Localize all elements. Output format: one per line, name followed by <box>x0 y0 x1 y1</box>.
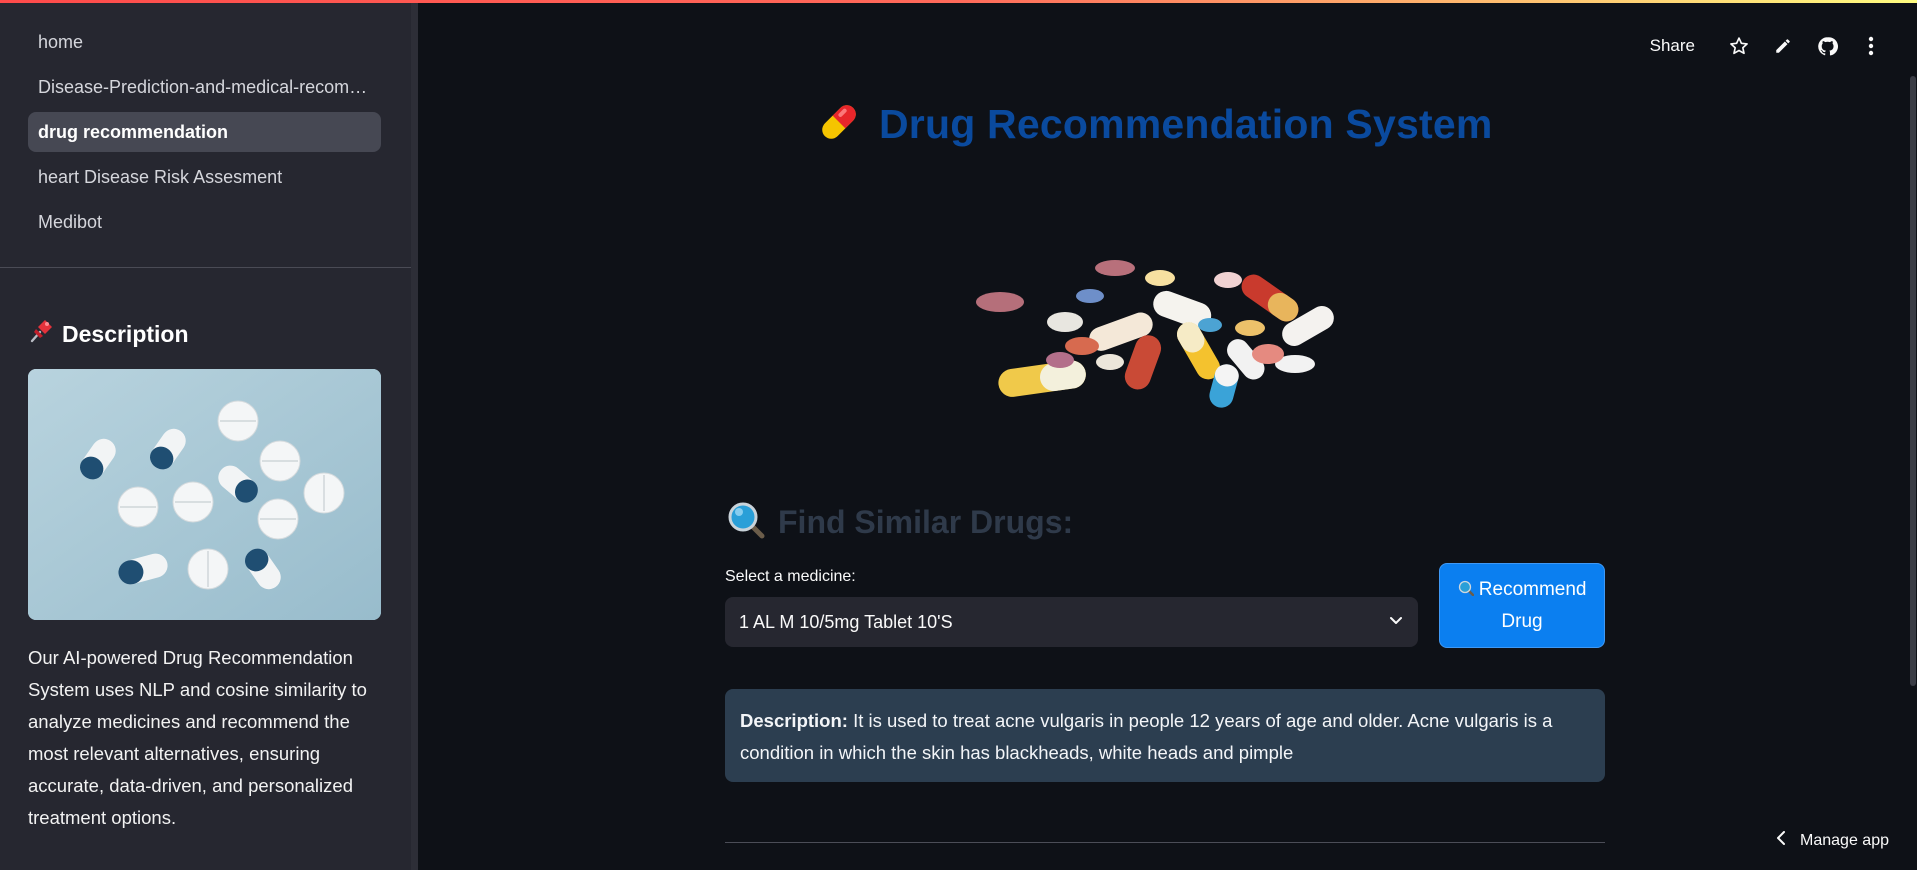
page-title: Drug Recommendation System <box>815 98 1493 151</box>
sidebar-item-home[interactable]: home <box>28 22 381 62</box>
recommend-drug-button[interactable]: Recommend Drug <box>1439 563 1605 648</box>
sidebar-item-label: Medibot <box>38 211 103 232</box>
recommend-button-label: Recommend <box>1478 578 1587 600</box>
medicine-select-value: 1 AL M 10/5mg Tablet 10'S <box>739 611 953 632</box>
sidebar-scrollbar[interactable] <box>411 0 418 870</box>
sidebar-item-label: drug recommendation <box>38 121 229 142</box>
share-button[interactable]: Share <box>1650 36 1695 56</box>
drug-description-box: Description: It is used to treat acne vu… <box>725 689 1605 782</box>
sidebar-item-disease-prediction[interactable]: Disease-Prediction-and-medical-recommend… <box>28 67 381 107</box>
sidebar-item-label: Disease-Prediction-and-medical-recommend… <box>38 76 371 97</box>
recommend-button-label-line2: Drug <box>1501 610 1543 632</box>
star-icon[interactable] <box>1717 30 1761 62</box>
main-scrollbar[interactable] <box>1910 76 1916 686</box>
chevron-left-icon <box>1776 831 1786 850</box>
more-vertical-icon[interactable] <box>1849 30 1893 62</box>
pills-image <box>28 369 381 620</box>
medicine-select[interactable]: 1 AL M 10/5mg Tablet 10'S <box>725 597 1418 647</box>
description-label: Description: <box>740 710 848 731</box>
magnifier-icon <box>726 500 766 545</box>
sidebar-description-text: Our AI-powered Drug Recommendation Syste… <box>28 647 367 828</box>
main-divider <box>725 842 1605 843</box>
sidebar-item-label: home <box>38 31 84 52</box>
sidebar-description-heading: Description <box>28 318 189 351</box>
sidebar-item-heart-disease[interactable]: heart Disease Risk Assesment <box>28 157 381 197</box>
sidebar-item-drug-recommendation[interactable]: drug recommendation <box>28 112 381 152</box>
page-title-text: Drug Recommendation System <box>879 101 1493 147</box>
medicine-select-label: Select a medicine: <box>725 568 856 585</box>
header-toolbar: Share <box>1650 30 1893 62</box>
sidebar: home Disease-Prediction-and-medical-reco… <box>0 0 418 870</box>
sidebar-item-medibot[interactable]: Medibot <box>28 202 381 242</box>
top-accent-bar <box>0 0 1917 3</box>
section-heading: Find Similar Drugs: <box>726 500 1073 545</box>
pills-hero-image <box>970 250 1362 410</box>
description-heading-text: Description <box>62 321 189 347</box>
section-heading-text: Find Similar Drugs: <box>778 504 1074 540</box>
sidebar-item-label: heart Disease Risk Assesment <box>38 166 283 187</box>
pushpin-icon <box>28 318 54 351</box>
manage-app-button[interactable]: Manage app <box>1776 831 1889 850</box>
github-icon[interactable] <box>1805 30 1849 62</box>
magnifier-icon <box>1458 579 1479 600</box>
pencil-icon[interactable] <box>1761 30 1805 62</box>
pill-icon <box>815 98 863 151</box>
chevron-down-icon <box>1388 612 1404 633</box>
sidebar-divider <box>0 267 411 268</box>
manage-app-label: Manage app <box>1800 831 1889 849</box>
description-text: It is used to treat acne vulgaris in peo… <box>740 710 1553 763</box>
sidebar-nav: home Disease-Prediction-and-medical-reco… <box>28 22 381 247</box>
